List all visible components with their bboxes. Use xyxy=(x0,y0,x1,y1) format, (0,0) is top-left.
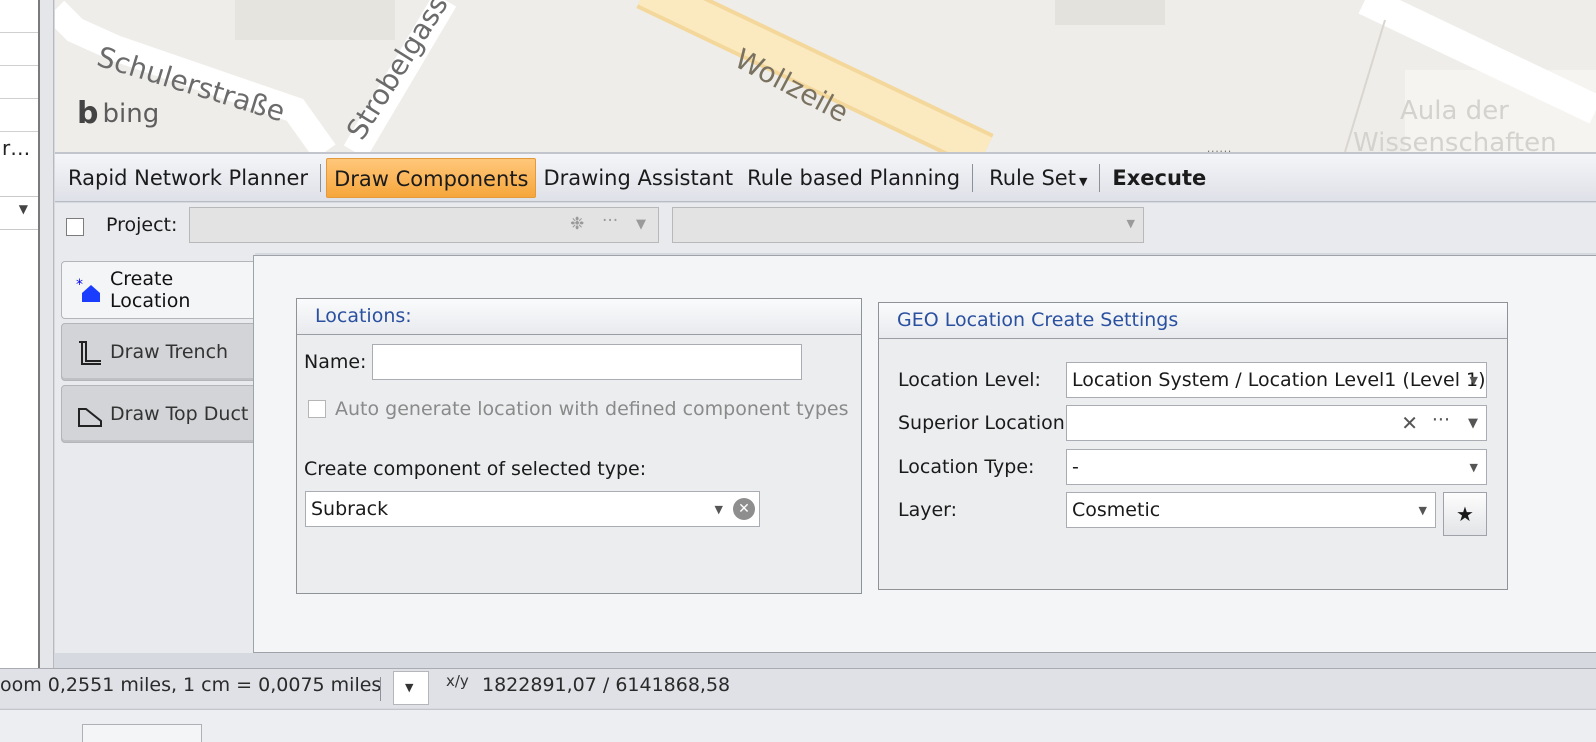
drawing-assistant-button[interactable]: Drawing Assistant xyxy=(536,158,740,198)
bing-logo-text: bing xyxy=(102,98,160,129)
toolbar-separator xyxy=(320,163,322,192)
xy-icon: x/y xyxy=(446,672,469,690)
location-type-label: Location Type: xyxy=(898,456,1035,478)
auto-generate-label: Auto generate location with defined comp… xyxy=(335,398,849,420)
scale-readout: oom 0,2551 miles, 1 cm = 0,0075 miles xyxy=(0,674,382,696)
execute-button[interactable]: Execute xyxy=(1105,158,1213,198)
star-icon: ★ xyxy=(1456,502,1474,526)
superior-location-label: Superior Location: xyxy=(898,412,1072,434)
chevron-down-icon[interactable]: ▼ xyxy=(715,493,723,526)
create-location-icon: * xyxy=(76,277,102,303)
map-street-label: Aula der xyxy=(1400,96,1509,126)
tab-label: Create Location xyxy=(110,268,191,312)
tab-draw-top-duct[interactable]: Draw Top Duct xyxy=(61,385,255,443)
clear-icon[interactable]: ✕ xyxy=(1401,406,1418,440)
coordinates-readout: 1822891,07 / 6141868,58 xyxy=(482,674,731,696)
bottom-tab[interactable] xyxy=(82,724,202,742)
component-type-label: Create component of selected type: xyxy=(304,458,647,480)
project-label: Project: xyxy=(106,214,178,236)
chevron-down-icon[interactable]: ▼ xyxy=(1470,364,1478,397)
project-combo[interactable]: ❉ ··· ▼ xyxy=(189,207,659,243)
tool-tabs: * Create Location Draw Trench Draw Top D… xyxy=(55,253,259,653)
draw-components-button[interactable]: Draw Components xyxy=(326,157,537,198)
top-duct-icon xyxy=(76,401,102,427)
favorite-layer-button[interactable]: ★ xyxy=(1443,492,1487,536)
locations-group-title: Locations: xyxy=(297,299,861,335)
left-panel-row[interactable] xyxy=(0,0,38,33)
snowflake-icon[interactable]: ❉ xyxy=(570,214,584,234)
layer-label: Layer: xyxy=(898,499,958,521)
location-level-label: Location Level: xyxy=(898,369,1041,391)
left-panel-row[interactable] xyxy=(0,99,38,132)
bing-b-icon: b xyxy=(77,96,99,131)
bing-logo: b bing xyxy=(77,96,159,131)
name-label: Name: xyxy=(304,351,367,373)
rapid-network-planner-button[interactable]: Rapid Network Planner xyxy=(61,158,315,198)
create-location-panel: Locations: Name: Auto generate location … xyxy=(253,255,1596,653)
left-panel-truncated-text: r… xyxy=(2,136,31,160)
bottom-panel xyxy=(0,709,1596,742)
left-panel-row[interactable] xyxy=(0,66,38,99)
chevron-down-icon[interactable]: ▼ xyxy=(1127,217,1135,230)
locations-group: Locations: Name: Auto generate location … xyxy=(296,298,862,594)
trench-icon xyxy=(76,339,102,365)
project-secondary-combo[interactable]: ▼ xyxy=(672,207,1144,243)
layer-select[interactable]: Cosmetic ▼ xyxy=(1066,492,1436,528)
map-street-label: Wissenschaften xyxy=(1353,128,1557,152)
scale-dropdown[interactable]: ▼ xyxy=(393,671,429,705)
rule-set-dropdown[interactable]: Rule Set ▼ xyxy=(982,158,1094,198)
tab-label: Draw Trench xyxy=(110,341,229,363)
toolbar-separator xyxy=(972,163,974,192)
location-type-select[interactable]: - ▼ xyxy=(1066,449,1487,485)
ellipsis-icon[interactable]: ··· xyxy=(602,211,618,231)
tab-create-location[interactable]: * Create Location xyxy=(61,261,259,319)
project-checkbox[interactable] xyxy=(66,218,84,236)
project-bar: Project: ❉ ··· ▼ ▼ xyxy=(55,203,1596,253)
chevron-down-icon[interactable]: ▼ xyxy=(636,217,646,232)
chevron-down-icon[interactable]: ▼ xyxy=(1470,451,1478,484)
toolbar: Rapid Network Planner Draw Components Dr… xyxy=(55,152,1596,202)
geo-location-settings-group: GEO Location Create Settings Location Le… xyxy=(878,302,1508,590)
chevron-down-icon: ▼ xyxy=(18,202,28,216)
left-panel-dropdown[interactable]: ▼ xyxy=(0,196,38,230)
layer-value: Cosmetic xyxy=(1072,499,1161,521)
location-level-value: Location System / Location Level1 (Level… xyxy=(1072,369,1486,391)
status-separator xyxy=(380,677,381,701)
rule-set-label: Rule Set xyxy=(989,165,1076,190)
resize-grip-icon[interactable]: ,,,,,, xyxy=(1207,144,1232,152)
left-panel: r… ▼ xyxy=(0,0,40,668)
ellipsis-icon[interactable]: ··· xyxy=(1432,406,1450,437)
name-input[interactable] xyxy=(372,344,802,380)
location-type-value: - xyxy=(1072,456,1079,478)
chevron-down-icon[interactable]: ▼ xyxy=(1419,494,1427,527)
component-type-value: Subrack xyxy=(311,498,389,520)
toolbar-separator xyxy=(1099,163,1101,192)
chevron-down-icon[interactable]: ▼ xyxy=(1468,407,1478,440)
caret-down-icon: ▼ xyxy=(1078,174,1088,188)
component-type-select[interactable]: Subrack ▼ ✕ xyxy=(305,491,760,527)
splitter[interactable] xyxy=(40,0,54,668)
geo-group-title: GEO Location Create Settings xyxy=(879,303,1507,339)
status-bar: oom 0,2551 miles, 1 cm = 0,0075 miles ▼ … xyxy=(0,668,1596,708)
auto-generate-checkbox[interactable] xyxy=(308,400,326,418)
map-view[interactable]: Schulerstraße Strobelgass Wollzeile Aula… xyxy=(55,0,1596,152)
superior-location-select[interactable]: ✕ ··· ▼ xyxy=(1066,405,1487,441)
svg-text:*: * xyxy=(76,277,83,293)
left-panel-row[interactable] xyxy=(0,33,38,66)
tab-draw-trench[interactable]: Draw Trench xyxy=(61,323,255,381)
rule-based-planning-button[interactable]: Rule based Planning xyxy=(740,158,967,198)
chevron-down-icon: ▼ xyxy=(405,681,414,694)
location-level-select[interactable]: Location System / Location Level1 (Level… xyxy=(1066,362,1487,398)
clear-icon[interactable]: ✕ xyxy=(733,498,755,520)
tab-label: Draw Top Duct xyxy=(110,403,249,425)
